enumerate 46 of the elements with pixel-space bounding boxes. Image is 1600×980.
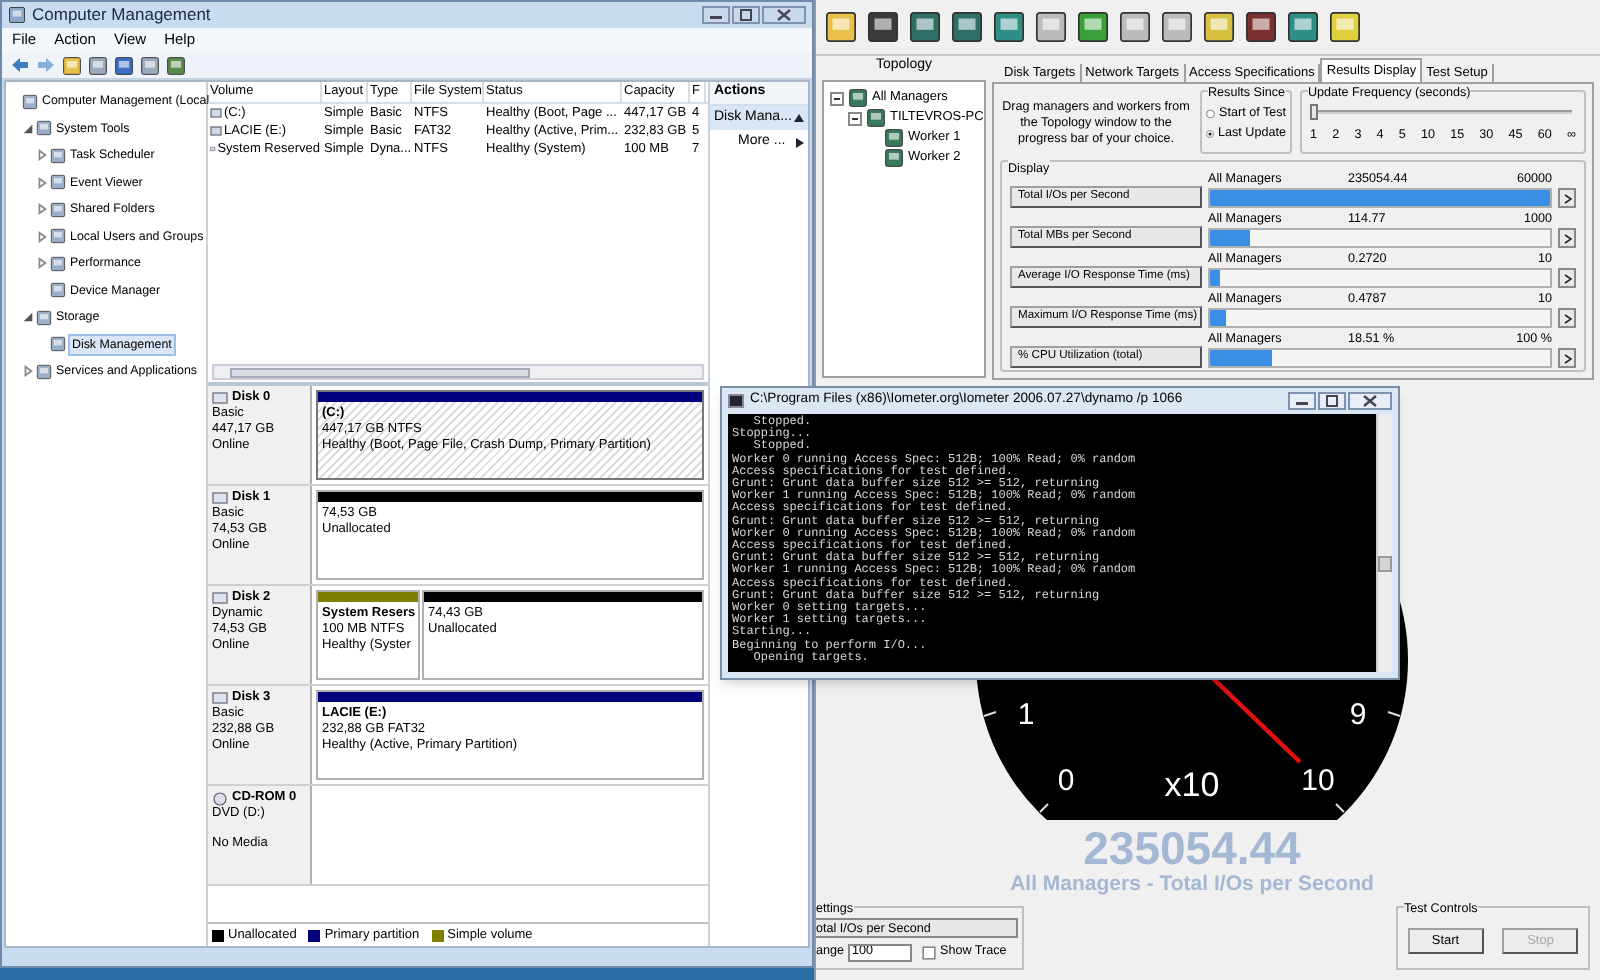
expand-button[interactable] (1558, 188, 1576, 208)
maximize-icon[interactable] (1318, 392, 1346, 410)
minimize-icon[interactable] (702, 6, 730, 24)
expand-arrow-icon[interactable] (36, 256, 48, 271)
submenu-arrow-icon (796, 137, 804, 147)
chevron-right-icon (1563, 353, 1571, 363)
slider-track[interactable] (1314, 104, 1572, 120)
window-title: Computer Management (32, 2, 211, 28)
vertical-scrollbar[interactable] (1376, 414, 1392, 672)
back-arrow-icon[interactable] (10, 56, 30, 74)
chevron-right-icon (1563, 233, 1571, 243)
checkbox[interactable] (922, 945, 937, 959)
horizontal-scrollbar[interactable] (212, 364, 704, 380)
collapse-box-icon[interactable] (830, 91, 844, 105)
expand-arrow-icon[interactable] (36, 202, 48, 217)
cd-drive-icon (212, 791, 228, 805)
chevron-right-icon (1563, 313, 1571, 323)
collapse-box-icon[interactable] (848, 111, 862, 125)
expand-button[interactable] (1558, 228, 1576, 248)
gauge-value: 235054.44 (1083, 824, 1301, 872)
close-icon[interactable] (1348, 392, 1392, 410)
expand-arrow-icon[interactable] (36, 148, 48, 163)
expand-button[interactable] (1558, 348, 1576, 368)
collapse-arrow-icon[interactable] (794, 114, 804, 122)
expand-arrow-icon[interactable] (22, 364, 34, 379)
collapse-arrow-icon[interactable] (22, 121, 34, 136)
expand-arrow-icon[interactable] (36, 175, 48, 190)
close-icon[interactable] (762, 6, 806, 24)
console-icon (728, 394, 744, 408)
chevron-right-icon (1563, 273, 1571, 283)
expand-button[interactable] (1558, 268, 1576, 288)
chevron-right-icon (1563, 193, 1571, 203)
expand-button[interactable] (1558, 308, 1576, 328)
gauge-multiplier: x10 (1164, 766, 1220, 804)
radio-button[interactable] (1206, 108, 1216, 120)
gauge-scale-label: 1 (1017, 698, 1035, 732)
radio-button[interactable] (1206, 128, 1215, 140)
gauge-scale-label: 0 (1057, 764, 1075, 798)
gauge-scale-label: 9 (1349, 698, 1367, 732)
gauge-scale-label: 10 (1301, 764, 1335, 798)
collapse-arrow-icon[interactable] (22, 310, 34, 325)
slider-thumb[interactable] (1310, 104, 1318, 120)
expand-arrow-icon[interactable] (36, 229, 48, 244)
gauge-caption: All Managers - Total I/Os per Second (1010, 872, 1374, 896)
maximize-icon[interactable] (732, 6, 760, 24)
minimize-icon[interactable] (1288, 392, 1316, 410)
